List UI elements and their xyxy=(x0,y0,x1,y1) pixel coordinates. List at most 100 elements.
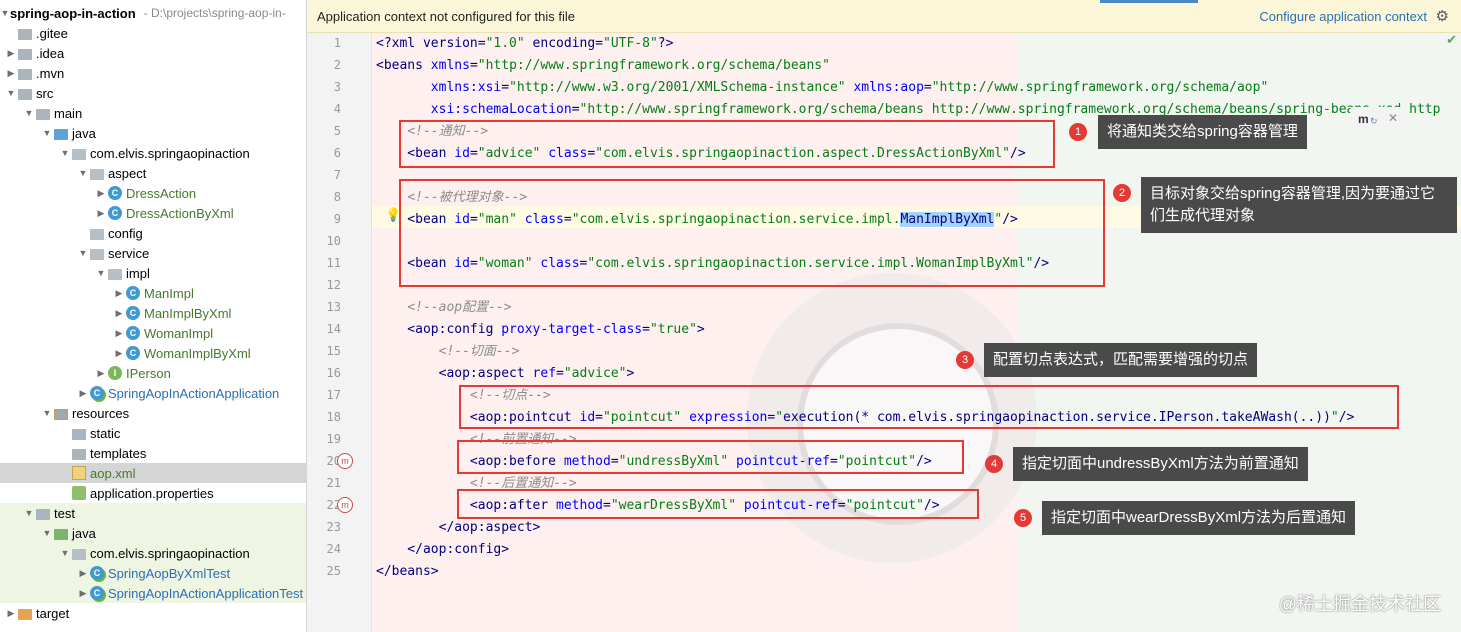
close-icon[interactable]: ✕ xyxy=(1388,111,1398,125)
chevron-right-icon[interactable]: ▶ xyxy=(96,188,106,199)
tree-item[interactable]: ▶ .mvn xyxy=(0,63,306,83)
tree-item[interactable]: ▼ src xyxy=(0,83,306,103)
aop-advice-gutter-icon[interactable]: m xyxy=(337,453,353,469)
chevron-right-icon[interactable]: ▶ xyxy=(114,348,124,359)
tree-item-label: ManImpl xyxy=(144,285,194,301)
tree-item-label: .gitee xyxy=(36,25,68,41)
tree-item[interactable]: application.properties xyxy=(0,483,306,503)
line-number: 10 xyxy=(326,234,341,248)
chevron-down-icon[interactable]: ▼ xyxy=(24,108,34,118)
chevron-down-icon[interactable]: ▼ xyxy=(42,128,52,138)
code-line[interactable]: <aop:config proxy-target-class="true"> xyxy=(376,319,704,341)
chevron-right-icon[interactable]: ▶ xyxy=(96,208,106,219)
line-number: 17 xyxy=(326,388,341,402)
tree-item[interactable]: ▼ test xyxy=(0,503,306,523)
line-number: 22 xyxy=(326,498,341,512)
code-line[interactable]: </aop:config> xyxy=(376,539,509,561)
gear-icon[interactable]: ⚙ xyxy=(1436,7,1449,25)
tree-item[interactable]: ▼ service xyxy=(0,243,306,263)
annotation-box-5 xyxy=(457,489,979,519)
tree-item[interactable]: ▶ .idea xyxy=(0,43,306,63)
code-line[interactable]: <!--aop配置--> xyxy=(376,297,512,319)
tree-item-label: .idea xyxy=(36,45,65,61)
tree-item[interactable]: static xyxy=(0,423,306,443)
tree-item[interactable]: ▼ resources xyxy=(0,403,306,423)
project-root-row[interactable]: ▼ spring-aop-in-action - D:\projects\spr… xyxy=(0,3,306,23)
tree-item[interactable]: ▼ aspect xyxy=(0,163,306,183)
tree-item[interactable]: ▶ C ManImpl xyxy=(0,283,306,303)
line-number: 23 xyxy=(326,520,341,534)
tree-item-label: config xyxy=(108,225,143,241)
code-editor[interactable]: 1 2 3 4 5 6 7 8 9 10 11 12 13 14 15 16 17 18 19 20 21 22 23 24 2… xyxy=(307,33,1461,632)
tree-item[interactable]: ▶ target xyxy=(0,603,306,623)
chevron-down-icon[interactable]: ▼ xyxy=(60,148,70,158)
code-token: <beans xyxy=(376,58,431,73)
tree-item[interactable]: ▶ C DressActionByXml xyxy=(0,203,306,223)
chevron-right-icon[interactable]: ▶ xyxy=(6,48,16,59)
annotation-text-2: 目标对象交给spring容器管理,因为要通过它们生成代理对象 xyxy=(1141,177,1457,233)
tree-item[interactable]: ▼ com.elvis.springaopinaction xyxy=(0,543,306,563)
code-line[interactable]: </beans> xyxy=(376,561,439,583)
tree-item[interactable]: ▼ java xyxy=(0,523,306,543)
tree-item[interactable]: ▶ C SpringAopInActionApplicationTest xyxy=(0,583,306,603)
tree-item[interactable]: ▼ impl xyxy=(0,263,306,283)
maven-icon[interactable]: m xyxy=(1358,112,1369,126)
code-line[interactable]: <aop:aspect ref="advice"> xyxy=(376,363,635,385)
configure-context-link[interactable]: Configure application context xyxy=(1259,9,1427,24)
code-line[interactable]: <beans xmlns="http://www.springframework… xyxy=(376,55,830,77)
tree-item[interactable]: ▼ main xyxy=(0,103,306,123)
project-tree-panel: ▼ spring-aop-in-action - D:\projects\spr… xyxy=(0,0,307,632)
tree-item[interactable]: ▶ I IPerson xyxy=(0,363,306,383)
chevron-down-icon[interactable]: ▼ xyxy=(6,88,16,98)
tree-item-label: test xyxy=(54,505,75,521)
folder-icon xyxy=(36,508,50,520)
code-line[interactable]: </aop:aspect> xyxy=(376,517,541,539)
code-token: <!--aop配置--> xyxy=(407,300,512,315)
line-gutter[interactable]: 1 2 3 4 5 6 7 8 9 10 11 12 13 14 15 16 17 18 19 20 21 22 23 24 2… xyxy=(307,33,372,632)
tree-item-label: java xyxy=(72,125,96,141)
chevron-down-icon[interactable]: ▼ xyxy=(24,508,34,518)
reload-icon[interactable]: ↻ xyxy=(1370,116,1378,127)
code-line[interactable]: <!--切面--> xyxy=(376,341,520,363)
chevron-down-icon[interactable]: ▼ xyxy=(42,408,52,418)
code-line[interactable]: <?xml version="1.0" encoding="UTF-8"?> xyxy=(376,33,673,55)
code-token: = xyxy=(469,58,478,73)
tree-item-label: src xyxy=(36,85,54,101)
tree-item[interactable]: config xyxy=(0,223,306,243)
chevron-right-icon[interactable]: ▶ xyxy=(78,568,88,579)
tree-item[interactable]: ▼ java xyxy=(0,123,306,143)
line-number: 24 xyxy=(326,542,341,556)
aop-advice-gutter-icon[interactable]: m xyxy=(337,497,353,513)
chevron-right-icon[interactable]: ▶ xyxy=(114,328,124,339)
chevron-down-icon[interactable]: ▼ xyxy=(78,248,88,258)
chevron-right-icon[interactable]: ▶ xyxy=(78,388,88,399)
pkg-icon xyxy=(90,248,104,260)
code-line[interactable]: xmlns:xsi="http://www.w3.org/2001/XMLSch… xyxy=(376,77,1268,99)
tree-item[interactable]: .gitee xyxy=(0,23,306,43)
tree-item[interactable]: ▶ C DressAction xyxy=(0,183,306,203)
tree-item[interactable]: ▶ C WomanImplByXml xyxy=(0,343,306,363)
chevron-down-icon[interactable]: ▼ xyxy=(42,528,52,538)
tree-item[interactable]: ▶ C SpringAopByXmlTest xyxy=(0,563,306,583)
tree-item-label: java xyxy=(72,525,96,541)
tree-item[interactable]: templates xyxy=(0,443,306,463)
chevron-down-icon[interactable]: ▼ xyxy=(60,548,70,558)
chevron-right-icon[interactable]: ▶ xyxy=(96,368,106,379)
chevron-right-icon[interactable]: ▶ xyxy=(78,588,88,599)
tree-item[interactable]: ▶ C ManImplByXml xyxy=(0,303,306,323)
tree-item[interactable]: ▼ com.elvis.springaopinaction xyxy=(0,143,306,163)
chevron-right-icon[interactable]: ▶ xyxy=(114,308,124,319)
chevron-right-icon[interactable]: ▶ xyxy=(6,68,16,79)
chevron-down-icon[interactable]: ▼ xyxy=(78,168,88,178)
chevron-down-icon[interactable]: ▼ xyxy=(96,268,106,278)
chevron-down-icon[interactable]: ▼ xyxy=(0,8,10,18)
class-icon: C xyxy=(126,286,140,300)
chevron-right-icon[interactable]: ▶ xyxy=(6,608,16,619)
line-number: 14 xyxy=(326,322,341,336)
tree-item[interactable]: ▶ C SpringAopInActionApplication xyxy=(0,383,306,403)
maven-reload-popup[interactable]: m ↻ ✕ xyxy=(1350,107,1406,133)
tree-item[interactable]: aop.xml xyxy=(0,463,306,483)
chevron-right-icon[interactable]: ▶ xyxy=(114,288,124,299)
tree-item[interactable]: ▶ C WomanImpl xyxy=(0,323,306,343)
